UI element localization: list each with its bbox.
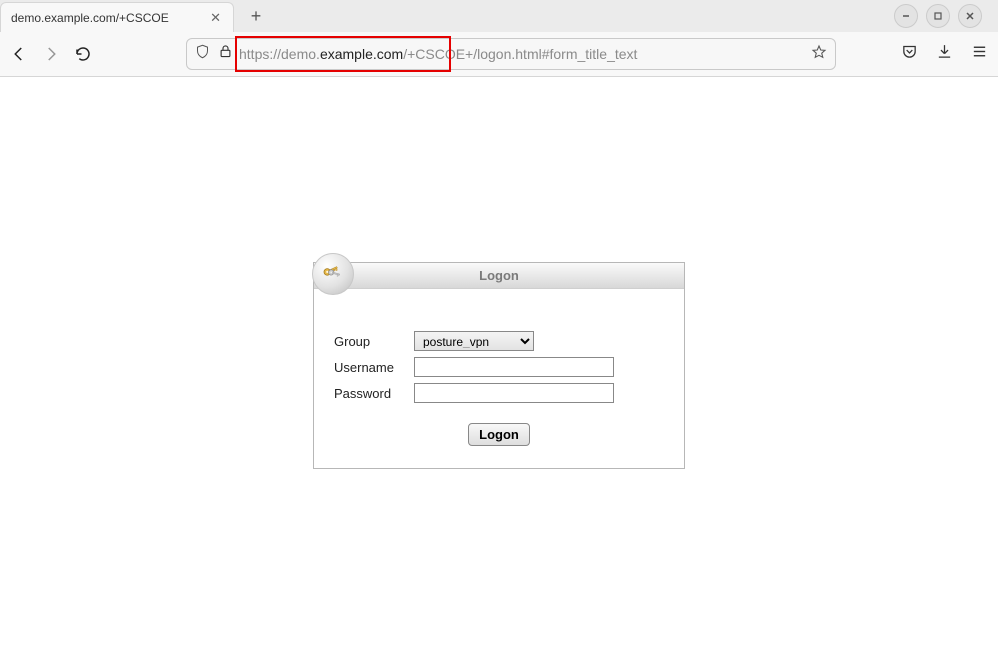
forward-button[interactable] bbox=[42, 45, 60, 63]
password-input[interactable] bbox=[414, 383, 614, 403]
address-bar[interactable]: https://demo.example.com/+CSCOE+/logon.h… bbox=[186, 38, 836, 70]
group-select[interactable]: posture_vpn bbox=[414, 331, 534, 351]
lock-icon[interactable] bbox=[218, 44, 233, 64]
shield-icon[interactable] bbox=[195, 44, 210, 64]
keys-icon bbox=[312, 253, 354, 295]
window-controls bbox=[894, 4, 992, 28]
username-label: Username bbox=[334, 360, 414, 375]
username-input[interactable] bbox=[414, 357, 614, 377]
tab-title: demo.example.com/+CSCOE bbox=[11, 11, 206, 25]
minimize-button[interactable] bbox=[894, 4, 918, 28]
reload-button[interactable] bbox=[74, 45, 92, 63]
login-form: Group posture_vpn Username Password Logo… bbox=[314, 289, 684, 468]
url-path: /+CSCOE+/logon.html#form_title_text bbox=[403, 46, 637, 62]
maximize-button[interactable] bbox=[926, 4, 950, 28]
login-header: Logon bbox=[314, 263, 684, 289]
downloads-icon[interactable] bbox=[936, 43, 953, 65]
url-domain: example.com bbox=[320, 46, 403, 62]
bookmark-star-icon[interactable] bbox=[805, 44, 827, 65]
site-identity bbox=[195, 44, 239, 64]
url-scheme: https://demo. bbox=[239, 46, 320, 62]
back-button[interactable] bbox=[10, 45, 28, 63]
browser-tab[interactable]: demo.example.com/+CSCOE ✕ bbox=[0, 2, 234, 32]
login-card: Logon Group posture_vpn Username Passwor… bbox=[313, 262, 685, 469]
page-content: Logon Group posture_vpn Username Passwor… bbox=[0, 77, 998, 469]
new-tab-button[interactable]: + bbox=[244, 6, 268, 27]
url-text: https://demo.example.com/+CSCOE+/logon.h… bbox=[239, 46, 805, 62]
close-window-button[interactable] bbox=[958, 4, 982, 28]
tab-strip: demo.example.com/+CSCOE ✕ + bbox=[0, 0, 998, 32]
toolbar-right bbox=[901, 43, 988, 65]
pocket-icon[interactable] bbox=[901, 43, 918, 65]
close-tab-icon[interactable]: ✕ bbox=[206, 8, 225, 28]
menu-icon[interactable] bbox=[971, 43, 988, 65]
password-label: Password bbox=[334, 386, 414, 401]
group-label: Group bbox=[334, 334, 414, 349]
nav-bar: https://demo.example.com/+CSCOE+/logon.h… bbox=[0, 32, 998, 76]
logon-button[interactable]: Logon bbox=[468, 423, 530, 446]
browser-chrome: demo.example.com/+CSCOE ✕ + bbox=[0, 0, 998, 77]
